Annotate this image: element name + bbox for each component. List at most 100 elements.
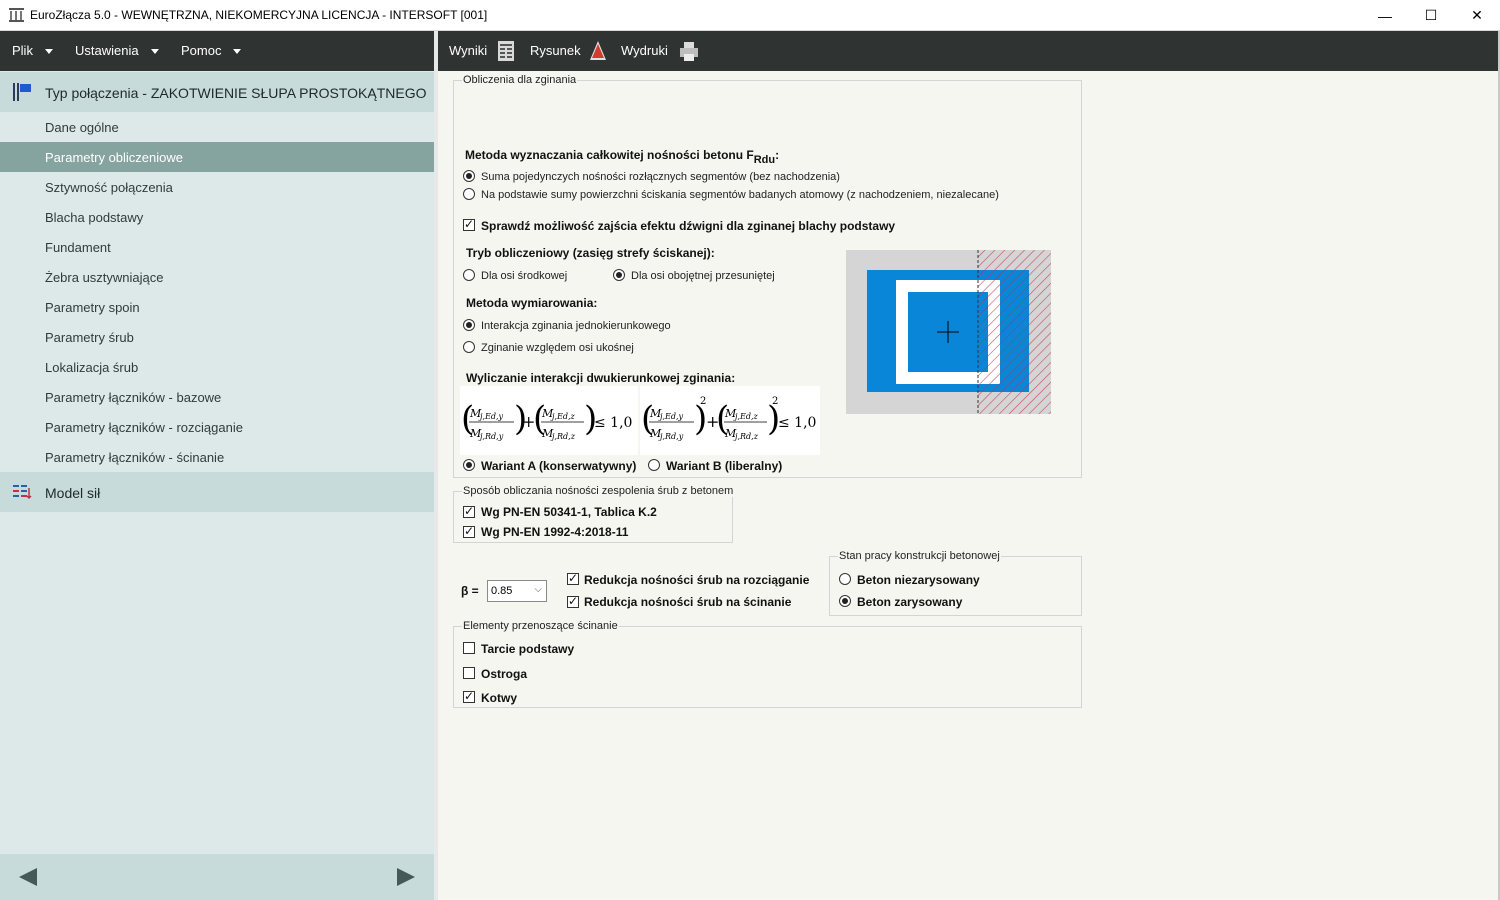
dim-opt1-label: Interakcja zginania jednokierunkowego — [481, 320, 671, 332]
beta-select[interactable]: 0.85 ⌵ — [487, 580, 547, 602]
dim-opt1-radio[interactable] — [463, 319, 475, 331]
sidebar-item-fundament[interactable]: Fundament — [0, 232, 434, 262]
formula-a-n1-sub: j,Ed,y — [478, 412, 504, 421]
method-opt2-radio[interactable] — [463, 188, 475, 200]
mode-title: Tryb obliczeniowy (zasięg strefy ściskan… — [466, 246, 715, 260]
mode-opt1-radio[interactable] — [463, 269, 475, 281]
sidebar-item-sruby[interactable]: Parametry śrub — [0, 322, 434, 352]
variant-b-label: Wariant B (liberalny) — [666, 459, 783, 473]
concrete-opt1-radio[interactable] — [839, 573, 851, 585]
sidebar-item-label: Parametry spoin — [45, 300, 140, 315]
shear-key-label: Ostroga — [481, 667, 528, 681]
sidebar-item-label: Żebra usztywniające — [45, 270, 164, 285]
sidebar-item-parametry-obliczeniowe[interactable]: Parametry obliczeniowe — [0, 142, 434, 172]
chevron-down-icon — [150, 49, 159, 55]
formula-variant-a: ( M j,Ed,y M j,Rd,y ) + ( M j,Ed,z M j,R… — [460, 386, 638, 455]
sidebar-item-sztywnosc[interactable]: Sztywność połączenia — [0, 172, 434, 202]
sidebar-item-laczniki-rozciaganie[interactable]: Parametry łączników - rozciąganie — [0, 412, 434, 442]
shear-friction-checkbox[interactable] — [463, 642, 475, 654]
shear-key-checkbox[interactable] — [463, 667, 475, 679]
formula-b-rhs: ≤ 1,0 — [778, 415, 816, 431]
rysunek-button[interactable]: Rysunek — [530, 43, 581, 58]
variant-a-label: Wariant A (konserwatywny) — [481, 459, 637, 473]
method-title-subscript: Rdu — [753, 154, 776, 166]
previous-arrow-icon[interactable] — [19, 868, 37, 886]
concrete-opt2-radio[interactable] — [839, 595, 851, 607]
lever-effect-checkbox[interactable] — [463, 217, 475, 231]
drawing-icon[interactable] — [588, 40, 608, 62]
concrete-opt2-label: Beton zarysowany — [857, 595, 963, 609]
group-force-model[interactable]: Model sił — [0, 472, 434, 512]
dim-opt2-radio[interactable] — [463, 341, 475, 353]
wydruki-button[interactable]: Wydruki — [621, 43, 668, 58]
bond-opt1-checkbox[interactable] — [463, 504, 475, 518]
formula-a-d1-sub: j,Rd,y — [478, 432, 504, 441]
chevron-down-icon — [233, 49, 242, 55]
sidebar-item-label: Parametry łączników - bazowe — [45, 390, 222, 405]
group-connection-type-label: Typ połączenia - ZAKOTWIENIE SŁUPA PROST… — [45, 85, 427, 101]
shear-anchors-checkbox[interactable] — [463, 689, 475, 703]
reduce-tension-checkbox[interactable] — [567, 571, 579, 585]
lever-effect-label: Sprawdź możliwość zajścia efektu dźwigni… — [481, 219, 896, 233]
sidebar-item-dane-ogolne[interactable]: Dane ogólne — [0, 112, 434, 142]
toolbar: Wyniki Rysunek Wydruki — [438, 31, 1498, 71]
sidebar-item-laczniki-scinanie[interactable]: Parametry łączników - ścinanie — [0, 442, 434, 472]
sidebar-item-zebra[interactable]: Żebra usztywniające — [0, 262, 434, 292]
wyniki-button[interactable]: Wyniki — [449, 43, 487, 58]
menu-ustawienia-label: Ustawienia — [75, 43, 139, 58]
formula-a-n2-sub: j,Ed,z — [550, 412, 576, 421]
spreadsheet-icon[interactable] — [496, 40, 516, 62]
sidebar-item-lokalizacja[interactable]: Lokalizacja śrub — [0, 352, 434, 382]
force-model-icon — [13, 485, 32, 500]
method-opt2-label: Na podstawie sumy powierzchni ściskania … — [481, 189, 999, 201]
maximize-button[interactable]: ☐ — [1408, 0, 1454, 31]
menu-plik[interactable]: Plik — [12, 43, 53, 58]
bending-legend: Obliczenia dla zginania — [462, 74, 578, 86]
sidebar-item-label: Dane ogólne — [45, 120, 119, 135]
sidebar-item-label: Parametry łączników - rozciąganie — [45, 420, 243, 435]
sidebar-footer — [0, 854, 434, 900]
reduce-shear-label: Redukcja nośności śrub na ścinanie — [584, 595, 792, 609]
method-opt1-label: Suma pojedynczych nośności rozłącznych s… — [481, 171, 840, 183]
beta-label: β = — [461, 584, 479, 598]
formula-b-d2-sub: j,Rd,z — [733, 432, 759, 441]
minimize-button[interactable]: — — [1362, 0, 1408, 31]
chevron-down-icon — [44, 49, 53, 55]
flag-icon — [13, 83, 31, 101]
bond-opt2-checkbox[interactable] — [463, 524, 475, 538]
mode-opt2-label: Dla osi obojętnej przesuniętej — [631, 270, 775, 282]
chevron-down-icon: ⌵ — [534, 584, 542, 595]
printer-icon[interactable] — [679, 40, 699, 62]
concrete-opt1-label: Beton niezarysowany — [857, 573, 980, 587]
variant-b-radio[interactable] — [648, 459, 660, 471]
menu-pomoc[interactable]: Pomoc — [181, 43, 242, 58]
main-content: Wyniki Rysunek Wydruki Obliczenia dla zg… — [438, 31, 1500, 900]
sidebar-item-laczniki-bazowe[interactable]: Parametry łączników - bazowe — [0, 382, 434, 412]
sidebar-item-label: Parametry śrub — [45, 330, 134, 345]
sidebar-item-label: Parametry obliczeniowe — [45, 150, 184, 165]
formula-b-d1-sub: j,Rd,y — [658, 432, 684, 441]
shear-anchors-label: Kotwy — [481, 691, 517, 705]
mode-opt2-radio[interactable] — [613, 269, 625, 281]
interaction-title: Wyliczanie interakcji dwukierunkowej zgi… — [466, 371, 736, 385]
formula-b-n1-sub: j,Ed,y — [658, 412, 684, 421]
formula-a-d2-sub: j,Rd,z — [550, 432, 576, 441]
shear-group: Elementy przenoszące ścinanie — [453, 620, 1082, 708]
reduce-shear-checkbox[interactable] — [567, 594, 579, 608]
method-opt1-radio[interactable] — [463, 170, 475, 182]
formula-b-n2-sub: j,Ed,z — [733, 412, 759, 421]
sidebar-item-label: Blacha podstawy — [45, 210, 144, 225]
sidebar-item-spoiny[interactable]: Parametry spoin — [0, 292, 434, 322]
sidebar-item-blacha[interactable]: Blacha podstawy — [0, 202, 434, 232]
group-connection-type[interactable]: Typ połączenia - ZAKOTWIENIE SŁUPA PROST… — [0, 72, 434, 112]
next-arrow-icon[interactable] — [397, 868, 415, 886]
sidebar-item-label: Fundament — [45, 240, 111, 255]
menu-ustawienia[interactable]: Ustawienia — [75, 43, 159, 58]
menu-bar: Plik Ustawienia Pomoc — [0, 31, 434, 71]
formula-b-exp1: 2 — [700, 396, 706, 407]
close-button[interactable]: ✕ — [1454, 0, 1500, 31]
shear-friction-label: Tarcie podstawy — [481, 642, 575, 656]
formula-a-rhs: ≤ 1,0 — [594, 415, 632, 431]
variant-a-radio[interactable] — [463, 459, 475, 471]
sidebar: Plik Ustawienia Pomoc Typ połączenia - Z… — [0, 31, 434, 900]
